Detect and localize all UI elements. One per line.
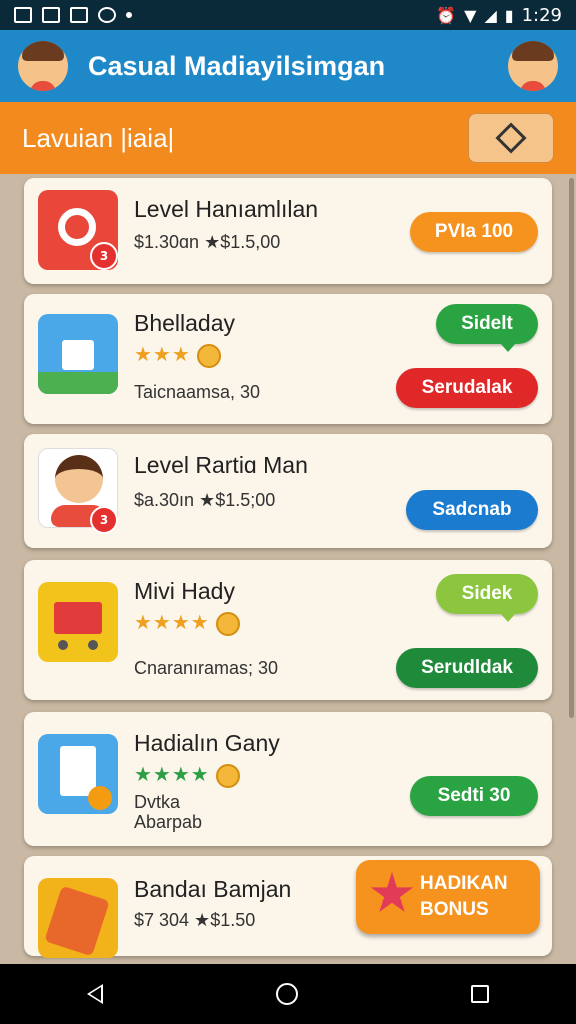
app-bar: Casual Madiayilsimgan xyxy=(0,30,576,102)
select-button[interactable]: Sidek xyxy=(436,574,538,622)
list-item[interactable]: Hadialın Gany ★★★★ Dvtka Abarpab Sedti 3… xyxy=(24,712,552,846)
profile-avatar-icon[interactable] xyxy=(508,41,558,91)
wifi-icon: ▼ xyxy=(464,5,477,25)
star-burst-icon xyxy=(370,872,414,913)
select-button[interactable]: Sidelt xyxy=(436,304,538,352)
bonus-button[interactable]: HADIKAN BONUS xyxy=(356,860,540,934)
item-subtitle: Taicnaamsa, 30 xyxy=(134,382,261,402)
calculator-palm-icon xyxy=(38,734,118,814)
item-title: Bandaı Bamjan xyxy=(134,876,292,902)
list-item[interactable]: 3 Level Hanıamlılan $1.30ɑn ★$1.5,00 PVI… xyxy=(24,178,552,284)
item-price: $a.30ın ★$1.5;00 xyxy=(134,490,276,510)
image-notification-icon xyxy=(14,7,32,23)
photo-notification-icon xyxy=(42,7,60,23)
scrollbar[interactable] xyxy=(569,178,574,718)
recent-apps-icon[interactable] xyxy=(471,985,490,1003)
game-art-icon xyxy=(38,878,118,958)
item-title: Level Hanıamlılan xyxy=(134,196,319,222)
item-subtitle: Cnaranıramas; 30 xyxy=(134,658,279,678)
count-badge: 3 xyxy=(90,242,118,270)
action-button[interactable]: Serudalak xyxy=(396,368,538,408)
list-item[interactable]: Mivi Hady ★★★★ Cnaranıramas; 30 Sidek Se… xyxy=(24,560,552,700)
status-bar: ⏰ ▼ ◢ ▮ 1:29 xyxy=(0,0,576,30)
rating-stars-icon: ★★★ xyxy=(134,342,221,368)
action-button[interactable]: Serudldak xyxy=(396,648,538,688)
battery-icon: ▮ xyxy=(504,5,514,25)
list-item[interactable]: 3 Level Rartiɑ Man $a.30ın ★$1.5;00 Sadc… xyxy=(24,434,552,548)
gallery-notification-icon xyxy=(70,7,88,23)
item-price: $1.30ɑn ★$1.5,00 xyxy=(134,232,281,252)
system-nav-bar xyxy=(0,964,576,1024)
back-icon[interactable] xyxy=(86,984,103,1004)
item-subtitle: Dvtka xyxy=(134,792,181,812)
rating-stars-icon: ★★★★ xyxy=(134,762,240,788)
item-title: Hadialın Gany xyxy=(134,730,280,756)
list-item[interactable]: Bhelladay ★★★ Taicnaamsa, 30 Sidelt Seru… xyxy=(24,294,552,424)
rating-stars-icon: ★★★★ xyxy=(134,610,240,636)
status-time: 1:29 xyxy=(521,4,562,26)
bonus-line-1: HADIKAN xyxy=(420,873,508,894)
section-header: Lavuian |iaia| xyxy=(0,102,576,174)
item-title: Bhelladay xyxy=(134,310,236,336)
action-button[interactable]: Sadcnab xyxy=(406,490,538,530)
diamond-icon xyxy=(495,122,527,154)
play-button[interactable]: PVIa 100 xyxy=(410,212,538,252)
shopping-cart-icon xyxy=(38,582,118,662)
boy-avatar-icon[interactable] xyxy=(18,41,68,91)
diamond-button[interactable] xyxy=(468,113,554,163)
globe-notification-icon xyxy=(98,7,116,23)
item-price: $7 304 ★$1.50 xyxy=(134,910,256,930)
bonus-line-2: BONUS xyxy=(420,899,489,920)
item-title: Level Rartiɑ Man xyxy=(134,452,308,478)
count-badge: 3 xyxy=(90,506,118,534)
section-title: Lavuian |iaia| xyxy=(22,122,175,153)
item-title: Mivi Hady xyxy=(134,578,235,604)
signal-icon: ◢ xyxy=(484,5,497,25)
action-button[interactable]: Sedti 30 xyxy=(410,776,538,816)
app-title: Casual Madiayilsimgan xyxy=(88,50,386,81)
home-icon[interactable] xyxy=(275,983,298,1005)
item-subtitle-2: Abarpab xyxy=(134,812,203,832)
alarm-icon: ⏰ xyxy=(436,5,457,25)
notification-dot-icon xyxy=(126,12,132,18)
beach-photo-icon xyxy=(38,314,118,394)
